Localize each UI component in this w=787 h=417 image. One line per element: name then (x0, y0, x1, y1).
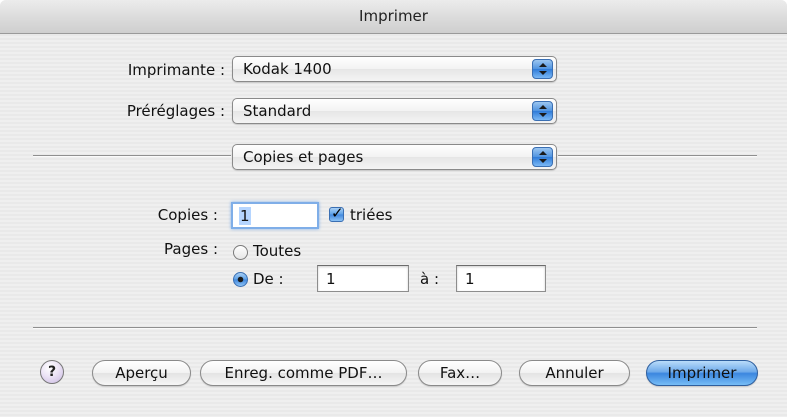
popup-arrows-icon (532, 147, 553, 167)
pages-from-label: De : (253, 270, 284, 288)
popup-arrows-icon (532, 59, 553, 79)
copies-value: 1 (239, 207, 251, 225)
pages-from-radio[interactable] (233, 272, 248, 287)
window-title: Imprimer (0, 0, 787, 34)
presets-popup[interactable]: Standard (232, 98, 557, 124)
printer-label: Imprimante : (127, 61, 225, 79)
bottom-separator (33, 327, 757, 329)
pages-to-label: à : (420, 270, 440, 288)
separator-right (558, 155, 757, 157)
copies-field[interactable]: 1 (231, 202, 319, 229)
pages-label: Pages : (164, 240, 218, 258)
cancel-button[interactable]: Annuler (519, 360, 630, 386)
pages-to-field[interactable]: 1 (456, 265, 546, 292)
printer-popup[interactable]: Kodak 1400 (232, 56, 557, 82)
save-pdf-button[interactable]: Enreg. comme PDF… (200, 360, 407, 386)
help-button[interactable]: ? (40, 360, 64, 384)
printer-value: Kodak 1400 (243, 60, 332, 78)
print-button[interactable]: Imprimer (646, 360, 758, 386)
popup-arrows-icon (532, 101, 553, 121)
fax-button[interactable]: Fax… (418, 360, 502, 386)
panel-popup[interactable]: Copies et pages (232, 144, 557, 170)
pages-all-label: Toutes (253, 242, 302, 260)
presets-value: Standard (243, 102, 312, 120)
print-dialog: Imprimer Imprimante : Kodak 1400 Prérégl… (0, 0, 787, 417)
checkmark-icon: ✓ (331, 204, 344, 222)
collated-label: triées (350, 206, 393, 224)
preview-button[interactable]: Aperçu (92, 360, 191, 386)
separator-left (33, 155, 231, 157)
pages-all-radio[interactable] (233, 245, 248, 260)
panel-value: Copies et pages (243, 148, 364, 166)
collated-checkbox[interactable]: ✓ (329, 204, 344, 222)
copies-label: Copies : (157, 206, 218, 224)
presets-label: Préréglages : (126, 102, 225, 120)
pages-from-field[interactable]: 1 (317, 265, 409, 292)
